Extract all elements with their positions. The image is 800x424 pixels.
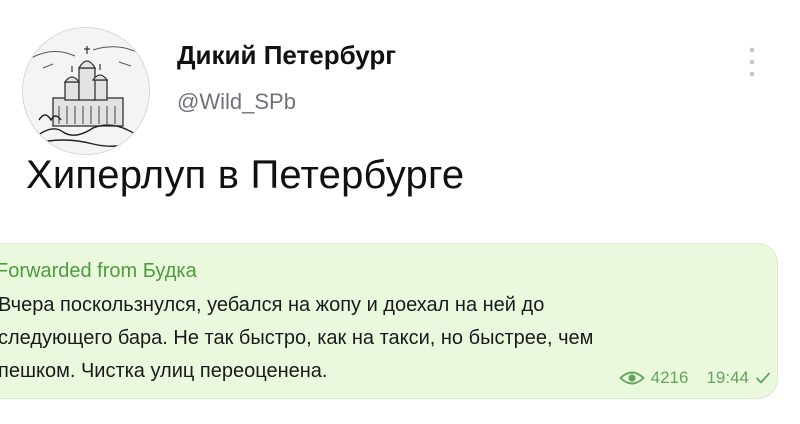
forwarded-message-bubble[interactable]: Forwarded from Будка Вчера поскользнулся…	[0, 243, 778, 399]
author-handle[interactable]: @Wild_SPb	[177, 89, 296, 115]
message-line: пешком. Чистка улиц переоценена.	[0, 360, 328, 382]
message-line: следующего бара. Не так быстро, как на т…	[0, 327, 594, 349]
more-vertical-icon[interactable]	[742, 44, 762, 80]
author-name[interactable]: Дикий Петербург	[177, 40, 396, 71]
forwarded-from-label[interactable]: Forwarded from Будка	[0, 260, 197, 283]
message-meta: 4216 19:44	[618, 368, 771, 388]
tweet-text: Хиперлуп в Петербурге	[26, 153, 465, 197]
message-line: Вчера поскользнулся, уебался на жопу и д…	[0, 294, 545, 316]
cathedral-sketch-avatar	[23, 28, 149, 154]
check-icon	[756, 372, 770, 384]
views-count: 4216	[650, 368, 689, 387]
eye-icon	[618, 371, 645, 385]
avatar[interactable]	[22, 27, 150, 155]
message-time: 19:44	[706, 368, 749, 387]
